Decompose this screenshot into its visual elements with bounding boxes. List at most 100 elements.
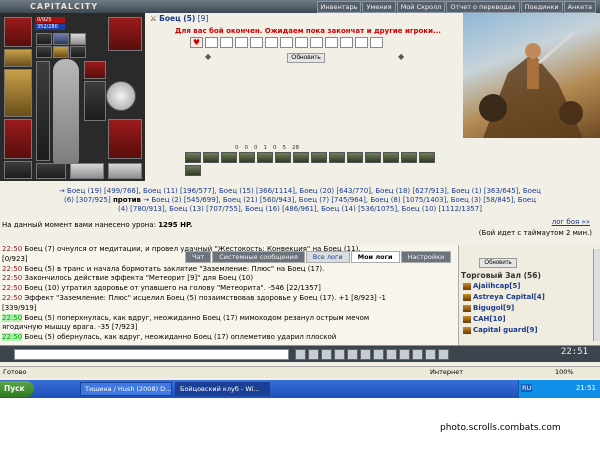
- tab-my-logs[interactable]: Мои логи: [350, 251, 400, 263]
- opponent-name[interactable]: Боец (5): [159, 14, 195, 23]
- refresh-button[interactable]: Обновить: [287, 53, 325, 63]
- user-list-scrollbar[interactable]: [593, 249, 600, 341]
- effect-icon[interactable]: [419, 152, 435, 163]
- user-item[interactable]: Ajaiihcap[5]: [463, 282, 520, 290]
- battle-timeout: (Бой идет с таймаутом 2 мин.): [478, 229, 592, 237]
- effect-icon[interactable]: [293, 152, 309, 163]
- users-refresh-button[interactable]: Обновить: [479, 258, 517, 268]
- gloves-slot[interactable]: [84, 61, 106, 79]
- mana-bar: 352/280: [35, 24, 65, 30]
- smile-icon[interactable]: [308, 349, 319, 360]
- tab-chat[interactable]: Чат: [185, 251, 212, 263]
- effect-icon[interactable]: [185, 165, 201, 176]
- ring-slot-4[interactable]: [36, 46, 52, 58]
- amulet-slot[interactable]: [4, 49, 32, 67]
- team-1-line-2[interactable]: (6) [307/925]: [64, 196, 111, 204]
- action-slot[interactable]: [295, 37, 308, 48]
- bag-icon[interactable]: [412, 349, 423, 360]
- cloak-slot[interactable]: [108, 119, 142, 159]
- action-slot[interactable]: [340, 37, 353, 48]
- clear-icon[interactable]: [321, 349, 332, 360]
- effect-icon[interactable]: [347, 152, 363, 163]
- helmet-slot[interactable]: [4, 17, 32, 47]
- action-slot[interactable]: [250, 37, 263, 48]
- team-1-line[interactable]: → Боец (19) [499/766], Боец (11) [196/57…: [0, 187, 600, 196]
- team-2-line[interactable]: → Боец (2) [545/699], Боец (21) [560/943…: [143, 196, 536, 204]
- user-item[interactable]: CAH[10]: [463, 315, 506, 323]
- shield-slot[interactable]: [84, 81, 106, 121]
- ring-slot-5[interactable]: [53, 46, 69, 58]
- nav-fights[interactable]: Поединки: [520, 1, 563, 13]
- chat-tabs: Чат Системные сообщения Все логи Мои лог…: [185, 251, 452, 263]
- task-game[interactable]: Бойцовский клуб - Wi...: [175, 382, 270, 396]
- armor-slot[interactable]: [4, 119, 32, 159]
- send-icon[interactable]: [295, 349, 306, 360]
- fight-icon[interactable]: [373, 349, 384, 360]
- map-icon[interactable]: [399, 349, 410, 360]
- effect-icon[interactable]: [275, 152, 291, 163]
- action-slot[interactable]: [205, 37, 218, 48]
- weapon-slot[interactable]: [4, 69, 32, 117]
- action-slot[interactable]: [280, 37, 293, 48]
- mail-icon[interactable]: [347, 349, 358, 360]
- start-button[interactable]: Пуск: [0, 381, 34, 397]
- user-item[interactable]: Astreya Capital[4]: [463, 293, 545, 301]
- tab-system-messages[interactable]: Системные сообщения: [212, 251, 305, 263]
- effect-icon[interactable]: [221, 152, 237, 163]
- nav-skills[interactable]: Умения: [362, 1, 396, 13]
- scroll-icon[interactable]: [425, 349, 436, 360]
- belt-pockets[interactable]: [36, 61, 50, 161]
- chat-line: ягодичную мышцу врага. -35 [7/923]: [2, 323, 138, 332]
- zoom-level[interactable]: 100%: [555, 367, 574, 378]
- nav-transfers[interactable]: Отчет о переводах: [446, 1, 520, 13]
- battle-log-link[interactable]: лог боя »»: [552, 218, 590, 226]
- team-2-line-2[interactable]: (4) [780/913], Боец (13) [707/755], Боец…: [0, 205, 600, 214]
- effect-icon[interactable]: [239, 152, 255, 163]
- ring-slot-6[interactable]: [70, 46, 86, 58]
- exit-icon[interactable]: [438, 349, 449, 360]
- clan-icon: [463, 293, 471, 301]
- game-toolbar: 22:51: [0, 345, 600, 362]
- belt-slot[interactable]: [4, 161, 32, 179]
- task-media[interactable]: Тишина / Hush (2008) D...: [80, 382, 172, 396]
- nav-my-scroll[interactable]: Мой Скролл: [396, 1, 446, 13]
- effect-icon[interactable]: [203, 152, 219, 163]
- ring-slot-3[interactable]: [70, 33, 86, 45]
- user-item[interactable]: Bigugol[9]: [463, 304, 514, 312]
- action-slot[interactable]: [265, 37, 278, 48]
- ring-slot-1[interactable]: [36, 33, 52, 45]
- effect-icon[interactable]: [383, 152, 399, 163]
- effect-icon[interactable]: [257, 152, 273, 163]
- action-slot[interactable]: [310, 37, 323, 48]
- nav-profile[interactable]: Анкета: [563, 1, 596, 13]
- fighter-icon: ⚔: [150, 14, 157, 23]
- trade-icon[interactable]: [386, 349, 397, 360]
- effect-icon[interactable]: [311, 152, 327, 163]
- ring-slot-2[interactable]: [53, 33, 69, 45]
- action-slot[interactable]: [220, 37, 233, 48]
- action-slot[interactable]: [370, 37, 383, 48]
- nav-inventory[interactable]: Инвентарь: [316, 1, 362, 13]
- boots-slot[interactable]: [108, 17, 142, 51]
- tab-settings[interactable]: Настройки: [400, 251, 452, 263]
- action-slot[interactable]: [235, 37, 248, 48]
- effect-icon[interactable]: [401, 152, 417, 163]
- extra-slot-3[interactable]: [108, 163, 142, 179]
- tab-all-logs[interactable]: Все логи: [305, 251, 350, 263]
- chat-input[interactable]: [14, 349, 289, 360]
- filter-icon[interactable]: [334, 349, 345, 360]
- effect-icon[interactable]: [185, 152, 201, 163]
- chat-line: [339/919]: [2, 303, 37, 312]
- effect-icon[interactable]: [329, 152, 345, 163]
- user-item[interactable]: Capital guard[9]: [463, 326, 538, 334]
- effect-icon[interactable]: [365, 152, 381, 163]
- city-logo: CAPITALCITY: [30, 2, 99, 11]
- language-indicator[interactable]: RU: [521, 384, 533, 392]
- action-slot[interactable]: [325, 37, 338, 48]
- action-slot[interactable]: [355, 37, 368, 48]
- extra-slot-1[interactable]: [36, 163, 66, 179]
- extra-slot-2[interactable]: [70, 163, 104, 179]
- people-icon[interactable]: [360, 349, 371, 360]
- versus-label: против: [112, 196, 141, 204]
- heart-icon[interactable]: ♥: [190, 37, 203, 48]
